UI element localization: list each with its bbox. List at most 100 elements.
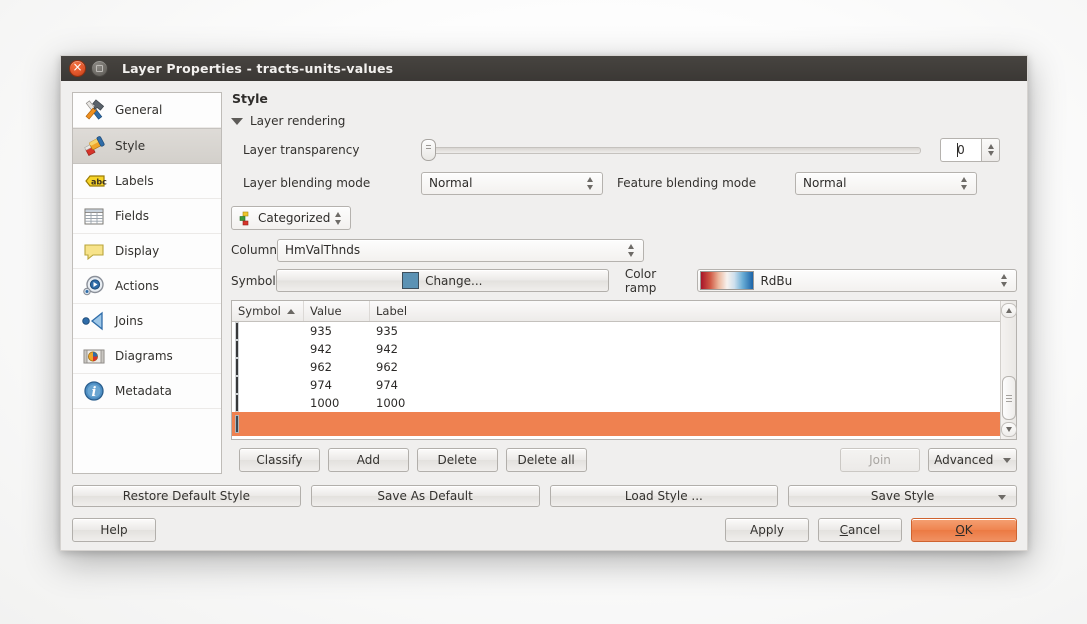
cancel-label: Cancel (839, 523, 881, 537)
chevron-down-icon (1003, 457, 1012, 463)
categories-table[interactable]: Symbol Value Label 935 935 942 942 962 9… (231, 300, 1017, 440)
transparency-row: Layer transparency 0 (231, 135, 1017, 165)
transparency-value[interactable]: 0 (940, 138, 981, 162)
feature-blending-value: Normal (803, 176, 847, 190)
table-row[interactable]: 935 935 (232, 322, 1000, 340)
table-row[interactable]: 962 962 (232, 358, 1000, 376)
color-ramp-combo[interactable]: RdBu (697, 269, 1017, 292)
close-icon[interactable] (69, 60, 86, 77)
maximize-icon[interactable] (91, 60, 108, 77)
transparency-slider[interactable] (421, 138, 921, 162)
help-button[interactable]: Help (72, 518, 156, 542)
renderer-type-value: Categorized (258, 211, 330, 225)
color-ramp-label: Color ramp (624, 266, 657, 295)
row-label[interactable]: 962 (370, 360, 1000, 374)
sidebar-item-labels[interactable]: abc Labels (73, 164, 221, 199)
slider-handle[interactable] (421, 139, 436, 161)
sidebar-item-metadata[interactable]: i Metadata (73, 374, 221, 409)
symbol-swatch (236, 395, 238, 411)
combo-arrows-icon[interactable] (956, 173, 972, 194)
sidebar-item-joins[interactable]: Joins (73, 304, 221, 339)
table-row[interactable]: 974 974 (232, 376, 1000, 394)
sidebar-item-label: Diagrams (115, 349, 173, 363)
scroll-down-icon[interactable] (1000, 422, 1017, 437)
layer-properties-dialog: Layer Properties - tracts-units-values (60, 55, 1028, 551)
table-body-wrap: Symbol Value Label 935 935 942 942 962 9… (232, 301, 1000, 439)
column-label: Column (231, 243, 277, 257)
advanced-button[interactable]: Advanced (928, 448, 1018, 472)
combo-arrows-icon[interactable] (996, 270, 1012, 291)
apply-button[interactable]: Apply (725, 518, 809, 542)
row-symbol[interactable] (232, 377, 304, 393)
layer-blending-combo[interactable]: Normal (421, 171, 603, 195)
row-symbol[interactable] (232, 359, 304, 375)
transparency-spinner[interactable]: 0 (940, 138, 1000, 162)
sidebar-item-actions[interactable]: Actions (73, 269, 221, 304)
table-row[interactable]: 942 942 (232, 340, 1000, 358)
row-value[interactable]: 962 (304, 360, 370, 374)
renderer-type-combo[interactable]: Categorized (231, 206, 351, 230)
color-ramp-value: RdBu (760, 273, 793, 288)
scrollbar-thumb[interactable] (1001, 376, 1016, 420)
row-label[interactable]: 1000 (370, 396, 1000, 410)
classify-button[interactable]: Classify (239, 448, 320, 472)
combo-arrows-icon[interactable] (623, 240, 639, 261)
stepper-up-icon[interactable] (987, 144, 994, 149)
load-style-button[interactable]: Load Style ... (549, 485, 779, 507)
save-as-default-button[interactable]: Save As Default (310, 485, 540, 507)
cancel-button[interactable]: Cancel (818, 518, 902, 542)
feature-blending-combo[interactable]: Normal (795, 171, 977, 195)
row-value[interactable]: 942 (304, 342, 370, 356)
column-header-value[interactable]: Value (304, 301, 370, 321)
layer-rendering-group[interactable]: Layer rendering (231, 114, 1017, 128)
svg-text:abc: abc (91, 178, 107, 187)
column-value: HmValThnds (285, 243, 361, 257)
restore-default-style-button[interactable]: Restore Default Style (72, 485, 301, 507)
combo-arrows-icon[interactable] (582, 173, 598, 194)
save-style-button[interactable]: Save Style (788, 485, 1017, 507)
sidebar-item-diagrams[interactable]: Diagrams (73, 339, 221, 374)
sort-ascending-icon (287, 308, 295, 314)
sidebar-item-label: General (115, 103, 163, 117)
speech-bubble-icon (81, 238, 107, 264)
row-value[interactable]: 974 (304, 378, 370, 392)
ok-button[interactable]: OK (911, 518, 1017, 542)
change-symbol-button[interactable]: Change... (275, 269, 609, 292)
scroll-up-icon[interactable] (1000, 303, 1017, 318)
stepper-down-icon[interactable] (987, 151, 994, 156)
column-header-label[interactable]: Label (370, 301, 1000, 321)
window-title: Layer Properties - tracts-units-values (122, 61, 394, 76)
row-value[interactable]: 1000 (304, 396, 370, 410)
dialog-content: General Style abc Labels Fields Display … (61, 81, 1027, 550)
sidebar-item-display[interactable]: Display (73, 234, 221, 269)
pie-chart-icon (81, 343, 107, 369)
table-vertical-scrollbar[interactable] (1000, 301, 1017, 439)
column-header-symbol[interactable]: Symbol (232, 301, 304, 321)
row-label[interactable]: 935 (370, 324, 1000, 338)
layer-blending-label: Layer blending mode (243, 176, 371, 190)
delete-all-button[interactable]: Delete all (505, 448, 587, 472)
layer-blending-value: Normal (429, 176, 473, 190)
dialog-footer: Help Apply Cancel OK (72, 518, 1017, 542)
sidebar-item-general[interactable]: General (73, 93, 221, 128)
sidebar-item-fields[interactable]: Fields (73, 199, 221, 234)
delete-button[interactable]: Delete (416, 448, 498, 472)
table-grid-icon (81, 203, 107, 229)
column-combo[interactable]: HmValThnds (277, 238, 644, 262)
row-symbol[interactable] (232, 416, 304, 432)
row-symbol[interactable] (232, 341, 304, 357)
table-row-selected[interactable] (232, 412, 1000, 436)
row-label[interactable]: 974 (370, 378, 1000, 392)
table-row[interactable]: 1000 1000 (232, 394, 1000, 412)
chevron-down-icon[interactable] (231, 117, 243, 125)
sidebar-item-label: Actions (115, 279, 159, 293)
row-symbol[interactable] (232, 323, 304, 339)
row-value[interactable]: 935 (304, 324, 370, 338)
combo-arrows-icon[interactable] (330, 207, 346, 229)
transparency-stepper[interactable] (981, 138, 1000, 162)
add-button[interactable]: Add (327, 448, 409, 472)
row-label[interactable]: 942 (370, 342, 1000, 356)
row-symbol[interactable] (232, 395, 304, 411)
slider-track[interactable] (427, 146, 921, 154)
sidebar-item-style[interactable]: Style (73, 128, 221, 164)
